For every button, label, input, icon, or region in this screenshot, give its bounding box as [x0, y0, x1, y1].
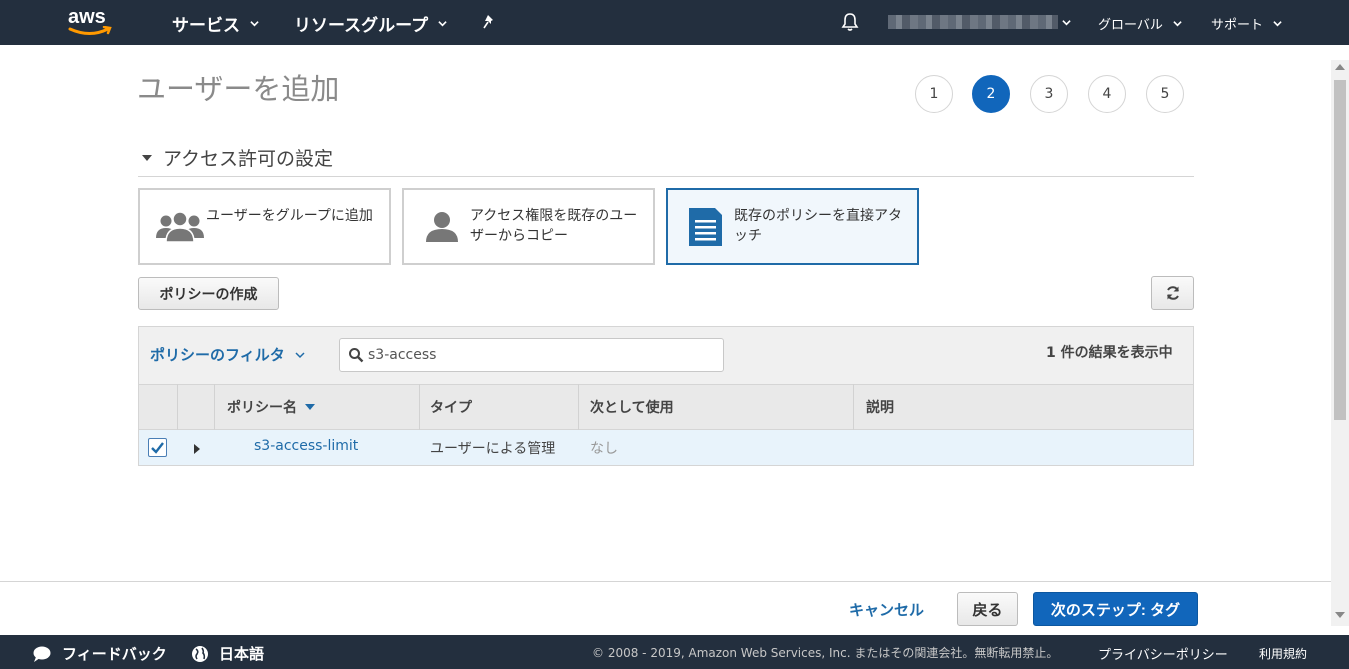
- speech-bubble-icon: [33, 646, 51, 662]
- region-menu[interactable]: グローバル: [1098, 14, 1182, 33]
- services-menu[interactable]: サービス: [172, 11, 259, 36]
- option-add-to-group[interactable]: ユーザーをグループに追加: [138, 188, 391, 265]
- policy-filter-label: ポリシーのフィルタ: [150, 346, 285, 364]
- document-icon: [689, 208, 722, 246]
- permissions-section-toggle[interactable]: アクセス許可の設定: [142, 144, 333, 171]
- chevron-down-icon: [1173, 21, 1182, 27]
- step-1[interactable]: 1: [915, 75, 953, 113]
- chevron-down-icon: [1273, 21, 1282, 27]
- column-header-policy-name[interactable]: ポリシー名: [227, 384, 315, 430]
- option-copy-from-user-label: アクセス権限を既存のユーザーからコピー: [470, 208, 638, 244]
- resource-groups-menu[interactable]: リソースグループ: [294, 11, 447, 36]
- scroll-up-arrow-icon[interactable]: [1335, 64, 1345, 70]
- scroll-down-arrow-icon[interactable]: [1335, 612, 1345, 618]
- step-2-active[interactable]: 2: [972, 75, 1010, 113]
- column-divider: [853, 384, 854, 430]
- language-selector[interactable]: 日本語: [191, 643, 264, 664]
- language-label: 日本語: [219, 645, 265, 663]
- aws-smile-icon: [68, 26, 112, 35]
- next-step-button[interactable]: 次のステップ: タグ: [1033, 592, 1198, 626]
- account-name-redacted[interactable]: [888, 15, 1058, 29]
- globe-icon: [192, 645, 208, 662]
- row-checkbox-checked[interactable]: [148, 438, 167, 457]
- cancel-button[interactable]: キャンセル: [849, 599, 924, 620]
- copyright-text: © 2008 - 2019, Amazon Web Services, Inc.…: [592, 646, 1059, 660]
- refresh-button[interactable]: [1151, 276, 1194, 310]
- step-4[interactable]: 4: [1088, 75, 1126, 113]
- column-header-description[interactable]: 説明: [866, 384, 894, 430]
- support-menu[interactable]: サポート: [1211, 14, 1282, 33]
- terms-of-use-link[interactable]: 利用規約: [1259, 645, 1307, 662]
- aws-logo[interactable]: aws: [68, 6, 114, 38]
- services-label: サービス: [172, 16, 240, 36]
- sort-descending-icon: [305, 404, 315, 410]
- option-copy-from-user[interactable]: アクセス権限を既存のユーザーからコピー: [402, 188, 655, 265]
- chevron-down-icon: [295, 351, 305, 358]
- column-divider: [419, 384, 420, 430]
- bell-icon[interactable]: [840, 12, 860, 32]
- user-icon: [426, 212, 458, 242]
- option-attach-policies-label: 既存のポリシーを直接アタッチ: [734, 208, 902, 244]
- column-divider: [578, 384, 579, 430]
- feedback-link[interactable]: フィードバック: [32, 643, 167, 664]
- chevron-down-icon: [438, 21, 447, 27]
- page-title: ユーザーを追加: [137, 72, 340, 106]
- collapse-triangle-icon: [142, 154, 152, 161]
- refresh-icon: [1166, 286, 1179, 300]
- permissions-section-title: アクセス許可の設定: [163, 148, 334, 170]
- policy-type: ユーザーによる管理: [430, 441, 556, 457]
- actions-divider: [0, 581, 1331, 582]
- chevron-down-icon: [250, 21, 259, 27]
- expand-row-caret-icon[interactable]: [194, 444, 200, 454]
- policy-used-as: なし: [590, 441, 618, 457]
- privacy-policy-link[interactable]: プライバシーポリシー: [1098, 644, 1228, 663]
- section-divider: [138, 176, 1194, 177]
- column-divider: [214, 384, 215, 430]
- chevron-down-icon: [1062, 20, 1071, 26]
- back-button[interactable]: 戻る: [957, 592, 1018, 626]
- resource-groups-label: リソースグループ: [294, 16, 429, 36]
- column-divider: [177, 384, 178, 430]
- support-label: サポート: [1211, 18, 1264, 33]
- users-group-icon: [156, 211, 204, 243]
- column-header-type[interactable]: タイプ: [430, 384, 472, 430]
- policy-search-input[interactable]: s3-access: [339, 338, 724, 372]
- result-count: 1 件の結果を表示中: [1046, 345, 1173, 361]
- feedback-label: フィードバック: [62, 645, 167, 663]
- policy-filter-dropdown[interactable]: ポリシーのフィルタ: [150, 344, 305, 365]
- search-icon: [349, 348, 364, 363]
- top-navigation-bar: aws サービス リソースグループ グローバル サポート: [0, 0, 1349, 45]
- search-value: s3-access: [368, 347, 437, 363]
- pin-icon[interactable]: [482, 14, 498, 30]
- step-5[interactable]: 5: [1146, 75, 1184, 113]
- column-header-policy-name-label: ポリシー名: [227, 400, 297, 416]
- checkmark-icon: [151, 442, 164, 454]
- step-3[interactable]: 3: [1030, 75, 1068, 113]
- region-label: グローバル: [1098, 18, 1163, 33]
- option-attach-policies-selected[interactable]: 既存のポリシーを直接アタッチ: [666, 188, 919, 265]
- scrollbar-thumb[interactable]: [1334, 80, 1346, 420]
- option-add-to-group-label: ユーザーをグループに追加: [206, 208, 373, 224]
- column-header-used-as[interactable]: 次として使用: [590, 384, 674, 430]
- policy-name-link[interactable]: s3-access-limit: [254, 438, 358, 454]
- create-policy-button[interactable]: ポリシーの作成: [138, 277, 279, 310]
